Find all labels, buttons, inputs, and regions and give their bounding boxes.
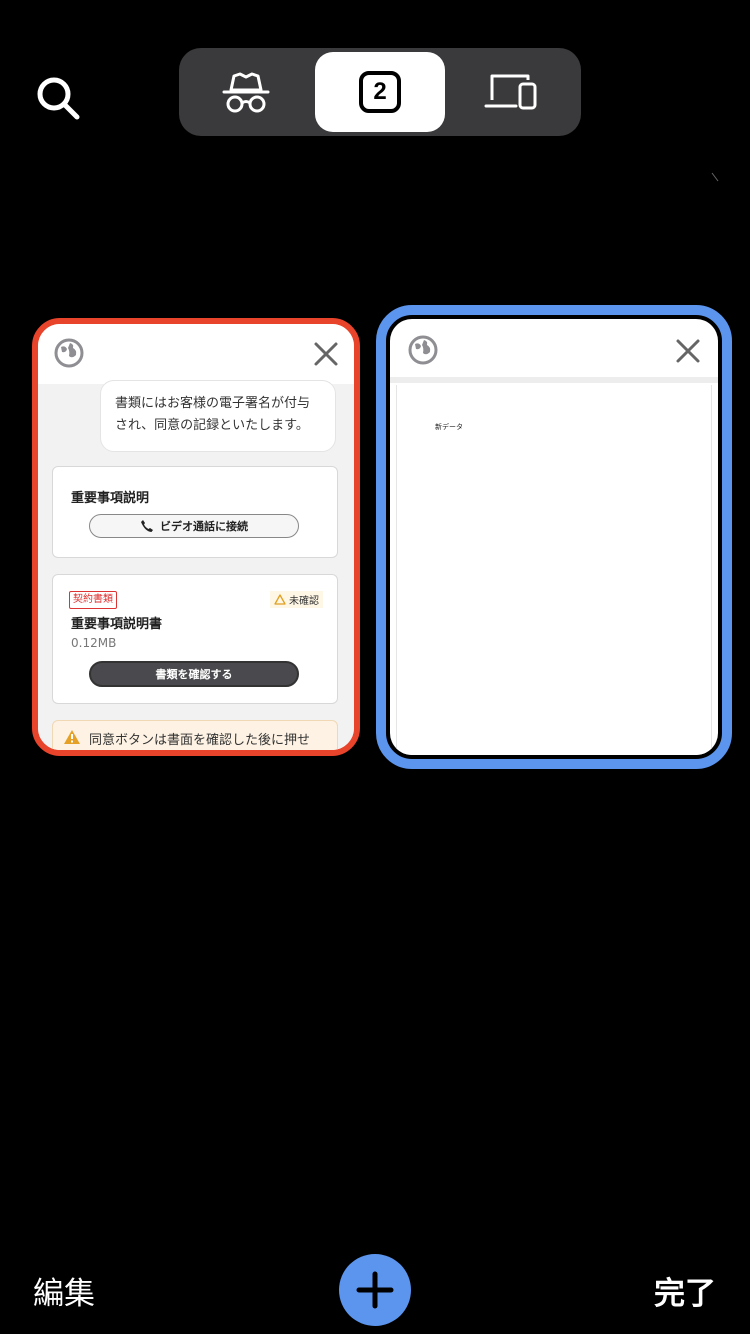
tab-preview: 書類にはお客様の電子署名が付与 され、同意の記録といたします。 重要事項説明 ビ… xyxy=(38,380,354,750)
close-tab-icon[interactable] xyxy=(312,340,340,368)
doc-size: 0.12MB xyxy=(71,636,117,650)
doc-title: 重要事項説明書 xyxy=(71,617,163,632)
plus-icon xyxy=(356,1271,394,1309)
bubble-line-1: 書類にはお客様の電子署名が付与 xyxy=(115,396,311,411)
done-button[interactable]: 完了 xyxy=(654,1268,716,1313)
tab-preview: 新データ xyxy=(396,385,712,755)
doc-status-badge: 未確認 xyxy=(270,591,323,608)
warning-notice: 同意ボタンは書面を確認した後に押せ xyxy=(52,720,338,750)
globe-icon xyxy=(408,335,438,365)
open-tabs-segment[interactable]: 2 xyxy=(315,52,445,132)
doc-status-text: 未確認 xyxy=(289,596,319,607)
devices-icon xyxy=(484,74,537,110)
tab-card-1[interactable]: 書類にはお客様の電子署名が付与 され、同意の記録といたします。 重要事項説明 ビ… xyxy=(32,318,360,756)
other-devices-segment[interactable] xyxy=(447,52,577,132)
video-call-button: ビデオ通話に接続 xyxy=(89,514,299,538)
page-text: 新データ xyxy=(435,423,463,431)
close-tab-icon[interactable] xyxy=(674,337,702,365)
globe-icon xyxy=(54,338,84,368)
warning-icon xyxy=(274,594,286,605)
search-button[interactable] xyxy=(34,74,82,122)
tab-group-switcher: 2 xyxy=(179,48,581,136)
tab-card-2[interactable]: 新データ xyxy=(376,305,732,769)
warning-text: 同意ボタンは書面を確認した後に押せ xyxy=(89,733,311,748)
tab-card-content: 新データ xyxy=(390,319,718,755)
explanation-section: 重要事項説明 ビデオ通話に接続 xyxy=(52,466,338,558)
bubble-line-2: され、同意の記録といたします。 xyxy=(115,418,309,433)
document-card: 契約書類 未確認 重要事項説明書 0.12MB 書類を確認する xyxy=(52,574,338,704)
tab-count-icon: 2 xyxy=(359,71,401,113)
address-strip xyxy=(390,377,718,383)
doc-tag: 契約書類 xyxy=(69,591,117,609)
video-call-label: ビデオ通話に接続 xyxy=(160,520,248,533)
incognito-icon xyxy=(222,72,270,113)
section-title: 重要事項説明 xyxy=(71,491,150,506)
status-mark xyxy=(711,172,719,182)
chat-bubble: 書類にはお客様の電子署名が付与 され、同意の記録といたします。 xyxy=(100,380,336,452)
new-tab-button[interactable] xyxy=(339,1254,411,1326)
phone-icon xyxy=(141,520,153,532)
warning-icon xyxy=(64,730,80,744)
confirm-document-button: 書類を確認する xyxy=(89,661,299,687)
incognito-tabs-segment[interactable] xyxy=(181,52,311,132)
search-icon xyxy=(37,77,80,120)
tab-card-header xyxy=(38,324,354,384)
edit-button[interactable]: 編集 xyxy=(33,1268,95,1313)
